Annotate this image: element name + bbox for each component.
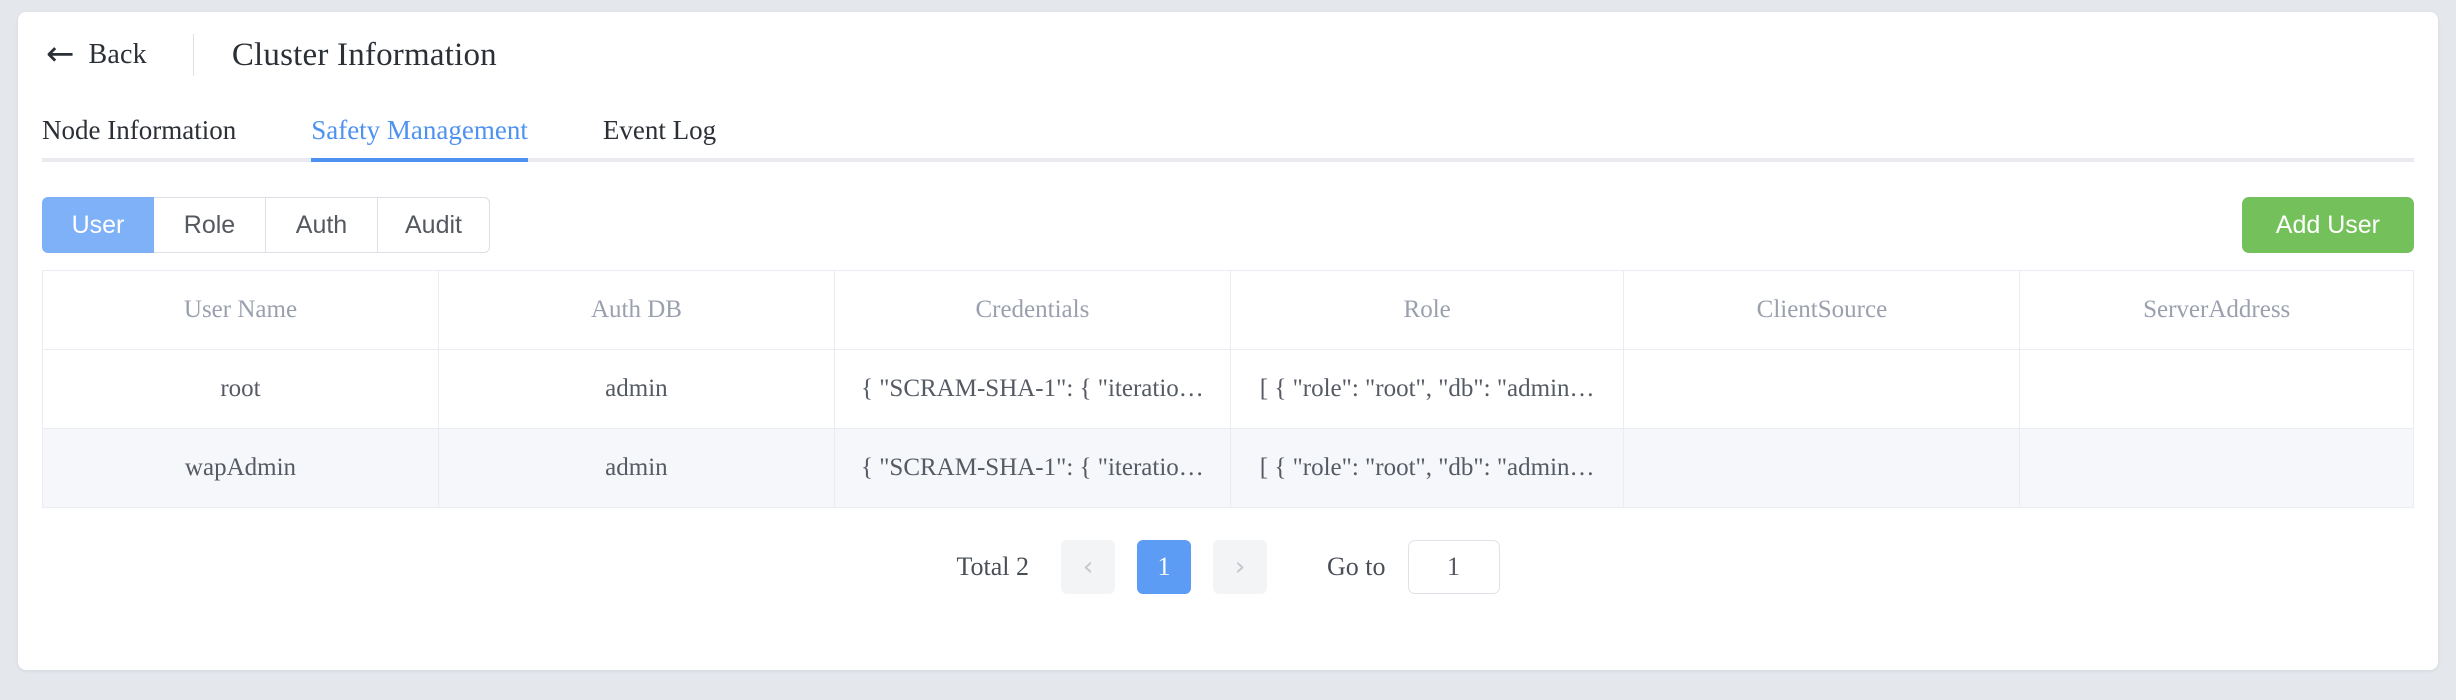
- user-table: User Name Auth DB Credentials Role Clien…: [42, 270, 2414, 508]
- tab-event-log[interactable]: Event Log: [603, 115, 716, 162]
- goto-label: Go to: [1327, 552, 1386, 582]
- table-row[interactable]: wapAdmin admin { "SCRAM-SHA-1": { "itera…: [43, 429, 2414, 508]
- cell-auth-db: admin: [438, 350, 834, 429]
- column-header-auth-db: Auth DB: [438, 271, 834, 350]
- back-button-label: Back: [89, 39, 147, 71]
- table-body: root admin { "SCRAM-SHA-1": { "iteratio……: [43, 350, 2414, 508]
- column-header-credentials: Credentials: [834, 271, 1230, 350]
- table-row[interactable]: root admin { "SCRAM-SHA-1": { "iteratio……: [43, 350, 2414, 429]
- tab-bar: Node Information Safety Management Event…: [18, 100, 2438, 162]
- cell-credentials: { "SCRAM-SHA-1": { "iteratio…: [834, 350, 1230, 429]
- segment-role[interactable]: Role: [154, 197, 266, 253]
- table-head: User Name Auth DB Credentials Role Clien…: [43, 271, 2414, 350]
- page-header: ← Back Cluster Information: [18, 12, 2438, 98]
- pagination-total: Total 2: [956, 552, 1029, 582]
- header-divider: [193, 34, 194, 76]
- chevron-right-icon[interactable]: ›: [1213, 540, 1267, 594]
- segment-user[interactable]: User: [42, 197, 154, 253]
- goto-page-input[interactable]: [1408, 540, 1500, 594]
- toolbar: User Role Auth Audit Add User: [18, 194, 2438, 256]
- cell-role: [ { "role": "root", "db": "admin…: [1230, 429, 1624, 508]
- cell-auth-db: admin: [438, 429, 834, 508]
- pagination-page-1[interactable]: 1: [1137, 540, 1191, 594]
- arrow-left-icon: ←: [46, 37, 75, 71]
- segment-auth[interactable]: Auth: [266, 197, 378, 253]
- cell-server-address: [2020, 429, 2414, 508]
- tab-node-information[interactable]: Node Information: [42, 115, 236, 162]
- column-header-server-address: ServerAddress: [2020, 271, 2414, 350]
- back-button[interactable]: ← Back: [42, 32, 151, 78]
- cell-user-name: root: [43, 350, 439, 429]
- add-user-button[interactable]: Add User: [2242, 197, 2414, 253]
- chevron-left-icon[interactable]: ‹: [1061, 540, 1115, 594]
- cell-role: [ { "role": "root", "db": "admin…: [1230, 350, 1624, 429]
- cell-user-name: wapAdmin: [43, 429, 439, 508]
- column-header-user-name: User Name: [43, 271, 439, 350]
- pagination: Total 2 ‹ 1 › Go to: [18, 540, 2438, 594]
- table-header-row: User Name Auth DB Credentials Role Clien…: [43, 271, 2414, 350]
- cell-client-source: [1624, 429, 2020, 508]
- content-card: ← Back Cluster Information Node Informat…: [18, 12, 2438, 670]
- page-title: Cluster Information: [232, 37, 497, 74]
- cell-client-source: [1624, 350, 2020, 429]
- segmented-control: User Role Auth Audit: [42, 197, 490, 253]
- table-container: User Name Auth DB Credentials Role Clien…: [18, 270, 2438, 508]
- cell-credentials: { "SCRAM-SHA-1": { "iteratio…: [834, 429, 1230, 508]
- column-header-client-source: ClientSource: [1624, 271, 2020, 350]
- tab-safety-management[interactable]: Safety Management: [311, 115, 528, 162]
- page-background: ← Back Cluster Information Node Informat…: [0, 0, 2456, 700]
- column-header-role: Role: [1230, 271, 1624, 350]
- segment-audit[interactable]: Audit: [378, 197, 490, 253]
- cell-server-address: [2020, 350, 2414, 429]
